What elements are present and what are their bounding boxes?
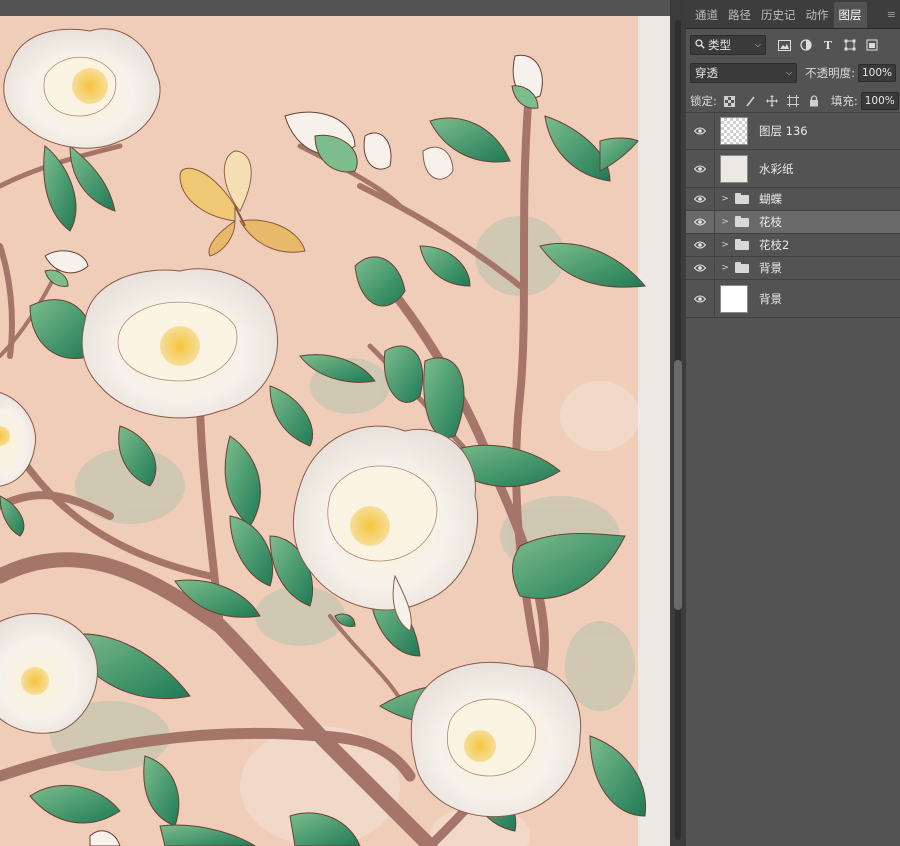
layer-name[interactable]: 水彩纸 [759,161,794,177]
chevron-right-icon[interactable]: > [719,217,731,227]
layer-group-row[interactable]: > 蝴蝶 [686,188,900,211]
visibility-eye-icon[interactable] [686,127,714,135]
opacity-label: 不透明度: [805,66,855,80]
tab-actions[interactable]: 动作 [801,2,834,28]
chevron-right-icon[interactable]: > [719,240,731,250]
chevron-down-icon: ⌵ [754,40,761,49]
chevron-right-icon[interactable]: > [719,194,731,204]
layer-row[interactable]: 图层 136 [686,112,900,150]
layer-group-row[interactable]: > 背景 [686,257,900,280]
lock-image-pixels-icon[interactable] [744,94,758,108]
visibility-eye-icon[interactable] [686,295,714,303]
layer-name[interactable]: 背景 [759,260,782,276]
lock-fill-row: 锁定: 填充: 100% [686,87,900,115]
layers-list: 图层 136 水彩纸 > 蝴蝶 > 花枝 > 花枝2 > 背景 背景 [686,112,900,318]
smart-object-filter-icon[interactable] [864,37,880,53]
folder-icon [735,216,751,228]
layer-thumbnail [720,117,748,145]
lock-label: 锁定: [690,94,717,108]
type-filter-icon[interactable]: T [820,37,836,53]
opacity-input[interactable]: 100% [858,64,896,82]
blend-opacity-row: 穿透 ⌵ 不透明度: 100% [686,59,900,87]
lock-all-icon[interactable] [807,94,821,108]
folder-icon [735,193,751,205]
visibility-eye-icon[interactable] [686,195,714,203]
document-canvas[interactable] [0,0,670,846]
panel-tab-bar: 通道 路径 历史记 动作 图层 ≡ [686,0,900,29]
tab-layers[interactable]: 图层 [833,2,867,28]
layer-thumbnail [720,154,748,183]
lock-artboard-icon[interactable] [786,94,800,108]
layer-thumbnail [720,284,748,313]
tab-channels[interactable]: 通道 [690,2,723,28]
image-filter-icon[interactable] [776,37,792,53]
tab-history[interactable]: 历史记 [756,2,801,28]
fill-label: 填充: [830,94,858,108]
fill-input[interactable]: 100% [860,92,899,110]
layer-group-row[interactable]: > 花枝 [686,211,900,234]
canvas-vertical-scrollbar[interactable] [670,0,686,846]
filter-kind-dropdown[interactable]: 类型 ⌵ [690,35,766,55]
layer-name[interactable]: 背景 [759,291,782,307]
chevron-down-icon: ⌵ [786,68,793,77]
blend-mode-label: 穿透 [695,66,718,80]
document-top-strip [0,0,686,16]
search-icon [695,38,705,52]
layer-filter-row: 类型 ⌵ T [686,31,900,59]
layer-name[interactable]: 图层 136 [759,123,808,139]
blend-mode-dropdown[interactable]: 穿透 ⌵ [690,63,798,83]
visibility-eye-icon[interactable] [686,264,714,272]
folder-icon [735,262,751,274]
visibility-eye-icon[interactable] [686,241,714,249]
adjustment-filter-icon[interactable] [798,37,814,53]
artwork-camellia-painting [0,16,670,846]
panel-menu-icon[interactable]: ≡ [883,2,900,28]
scroll-thumb[interactable] [674,360,682,610]
visibility-eye-icon[interactable] [686,165,714,173]
visibility-eye-icon[interactable] [686,218,714,226]
tab-paths[interactable]: 路径 [723,2,756,28]
layer-name[interactable]: 蝴蝶 [759,191,782,207]
shape-filter-icon[interactable] [842,37,858,53]
layers-panel: 通道 路径 历史记 动作 图层 ≡ 类型 ⌵ T 穿透 ⌵ 不透明度: 100%… [686,0,900,846]
paper-edge [638,16,670,846]
layer-row[interactable]: 水彩纸 [686,150,900,188]
filter-kind-label: 类型 [708,38,731,52]
layer-name[interactable]: 花枝 [759,214,782,230]
layer-group-row[interactable]: > 花枝2 [686,234,900,257]
chevron-right-icon[interactable]: > [719,263,731,273]
lock-position-icon[interactable] [765,94,779,108]
lock-transparent-pixels-icon[interactable] [723,94,737,108]
layer-row[interactable]: 背景 [686,280,900,318]
folder-icon [735,239,751,251]
layer-name[interactable]: 花枝2 [759,237,789,253]
